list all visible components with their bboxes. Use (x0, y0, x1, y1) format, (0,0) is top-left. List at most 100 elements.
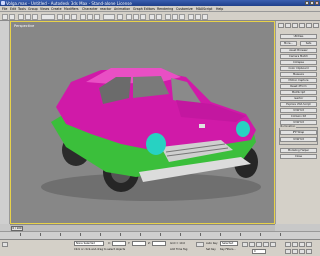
explore-script-button[interactable]: Explore VDA Script (280, 102, 317, 107)
reference-coord-dropdown[interactable] (103, 13, 115, 20)
car-model[interactable] (11, 22, 274, 223)
select-by-name-icon[interactable] (64, 13, 70, 20)
menu-animation[interactable]: Animation (114, 7, 130, 11)
maximize-viewport-icon[interactable] (306, 249, 312, 254)
zoom-all-icon[interactable] (292, 242, 298, 247)
add-time-tag-button[interactable]: Add Time Tag (170, 248, 187, 251)
bind-icon[interactable] (32, 13, 38, 20)
material-editor-icon[interactable] (179, 13, 185, 20)
asset-browser-button[interactable]: Asset Browser (280, 48, 317, 53)
sets-button[interactable]: Sets (300, 41, 317, 46)
track-tick (40, 233, 41, 236)
menu-maxscript[interactable]: MAXScript (196, 7, 212, 11)
go-to-start-icon[interactable] (242, 242, 248, 247)
reactor-button[interactable]: reactor (280, 96, 317, 101)
field-of-view-icon[interactable] (285, 249, 291, 254)
camera-match-button[interactable]: Camera Match (280, 54, 317, 59)
region-select-icon[interactable] (71, 13, 77, 20)
y-coordinate-field[interactable] (132, 241, 146, 246)
menu-reactor[interactable]: reactor (100, 7, 111, 11)
minimize-button[interactable] (305, 1, 309, 5)
track-bar[interactable] (0, 231, 320, 239)
tab-display[interactable] (306, 23, 312, 28)
move-icon[interactable] (80, 13, 86, 20)
zoom-extents-all-icon[interactable] (306, 242, 312, 247)
snap-icon[interactable] (126, 13, 132, 20)
menu-rendering[interactable]: Rendering (157, 7, 173, 11)
play-icon[interactable] (256, 242, 262, 247)
menu-group[interactable]: Group (28, 7, 38, 11)
pan-icon[interactable] (292, 249, 298, 254)
z-label: Z: (148, 242, 151, 245)
zoom-icon[interactable] (285, 242, 291, 247)
maxscript-listener-icon[interactable] (2, 242, 8, 247)
orbit-icon[interactable] (299, 249, 305, 254)
uvw-kit-button-3[interactable]: UVW Kit (280, 137, 317, 142)
tab-utilities[interactable] (313, 23, 319, 28)
key-filter-dropdown[interactable]: Selected (220, 241, 238, 246)
render-frame-icon[interactable] (195, 13, 201, 20)
menu-create[interactable]: Create (51, 7, 62, 11)
motion-capture-button[interactable]: Motion Capture (280, 78, 317, 83)
key-mode-icon[interactable] (196, 242, 204, 247)
menu-edit[interactable]: Edit (10, 7, 16, 11)
selection-filter-dropdown[interactable] (41, 13, 55, 20)
tab-motion[interactable] (299, 23, 305, 28)
menu-character[interactable]: Character (82, 7, 98, 11)
percent-snap-icon[interactable] (140, 13, 146, 20)
ifp-wrap-button[interactable]: IFP Wrap (280, 130, 317, 135)
tab-hierarchy[interactable] (292, 23, 298, 28)
unlink-icon[interactable] (25, 13, 31, 20)
menu-file[interactable]: File (2, 7, 7, 11)
illumination-label: Illumination (279, 125, 297, 128)
mirror-icon[interactable] (149, 13, 155, 20)
select-icon[interactable] (57, 13, 63, 20)
perspective-viewport[interactable]: Perspective (10, 21, 275, 224)
collapse-button[interactable]: Collapse (280, 60, 317, 65)
schematic-view-icon[interactable] (172, 13, 178, 20)
utilities-rollout[interactable]: Utilities (280, 34, 317, 39)
link-icon[interactable] (18, 13, 24, 20)
z-coordinate-field[interactable] (152, 241, 166, 246)
close-utility-button[interactable]: Close (280, 154, 317, 159)
scale-icon[interactable] (94, 13, 100, 20)
go-to-end-icon[interactable] (270, 242, 276, 247)
rotate-icon[interactable] (87, 13, 93, 20)
render-setup-icon[interactable] (188, 13, 194, 20)
quick-render-icon[interactable] (202, 13, 208, 20)
collision-kit-button[interactable]: Collision Kit (280, 114, 317, 119)
tab-create[interactable] (278, 23, 284, 28)
tab-modify[interactable] (285, 23, 291, 28)
track-tick (100, 233, 101, 236)
close-button[interactable] (315, 1, 319, 5)
zoom-extents-icon[interactable] (299, 242, 305, 247)
menu-tools[interactable]: Tools (18, 7, 26, 11)
menu-customize[interactable]: Customize (176, 7, 193, 11)
maxscript-button[interactable]: MAXScript (280, 90, 317, 95)
reset-xform-button[interactable]: Reset XForm (280, 84, 317, 89)
next-frame-icon[interactable] (263, 242, 269, 247)
curve-editor-icon[interactable] (165, 13, 171, 20)
color-clipboard-button[interactable]: Color Clipboard (280, 66, 317, 71)
previous-frame-icon[interactable] (249, 242, 255, 247)
redo-icon[interactable] (9, 13, 15, 20)
uvw-kit-button[interactable]: UVW Kit (280, 108, 317, 113)
menu-graph-editors[interactable]: Graph Editors (133, 7, 155, 11)
auto-key-button[interactable]: Auto Key (206, 242, 218, 245)
key-filters-button[interactable]: Key Filters... (220, 248, 236, 251)
modeling-helper-button[interactable]: Modeling Helper (280, 148, 317, 153)
measure-button[interactable]: Measure (280, 72, 317, 77)
x-coordinate-field[interactable] (112, 241, 126, 246)
menu-modifiers[interactable]: Modifiers (64, 7, 79, 11)
align-icon[interactable] (156, 13, 162, 20)
more-button[interactable]: More... (280, 41, 297, 46)
menu-views[interactable]: Views (40, 7, 49, 11)
current-frame-field[interactable]: 0 (252, 249, 266, 254)
angle-snap-icon[interactable] (133, 13, 139, 20)
set-key-button[interactable]: Set Key (206, 248, 216, 251)
menu-help[interactable]: Help (216, 7, 223, 11)
time-slider[interactable]: 0 / 100 (11, 226, 23, 231)
maximize-button[interactable] (310, 1, 314, 5)
pivot-icon[interactable] (117, 13, 123, 20)
undo-icon[interactable] (2, 13, 8, 20)
